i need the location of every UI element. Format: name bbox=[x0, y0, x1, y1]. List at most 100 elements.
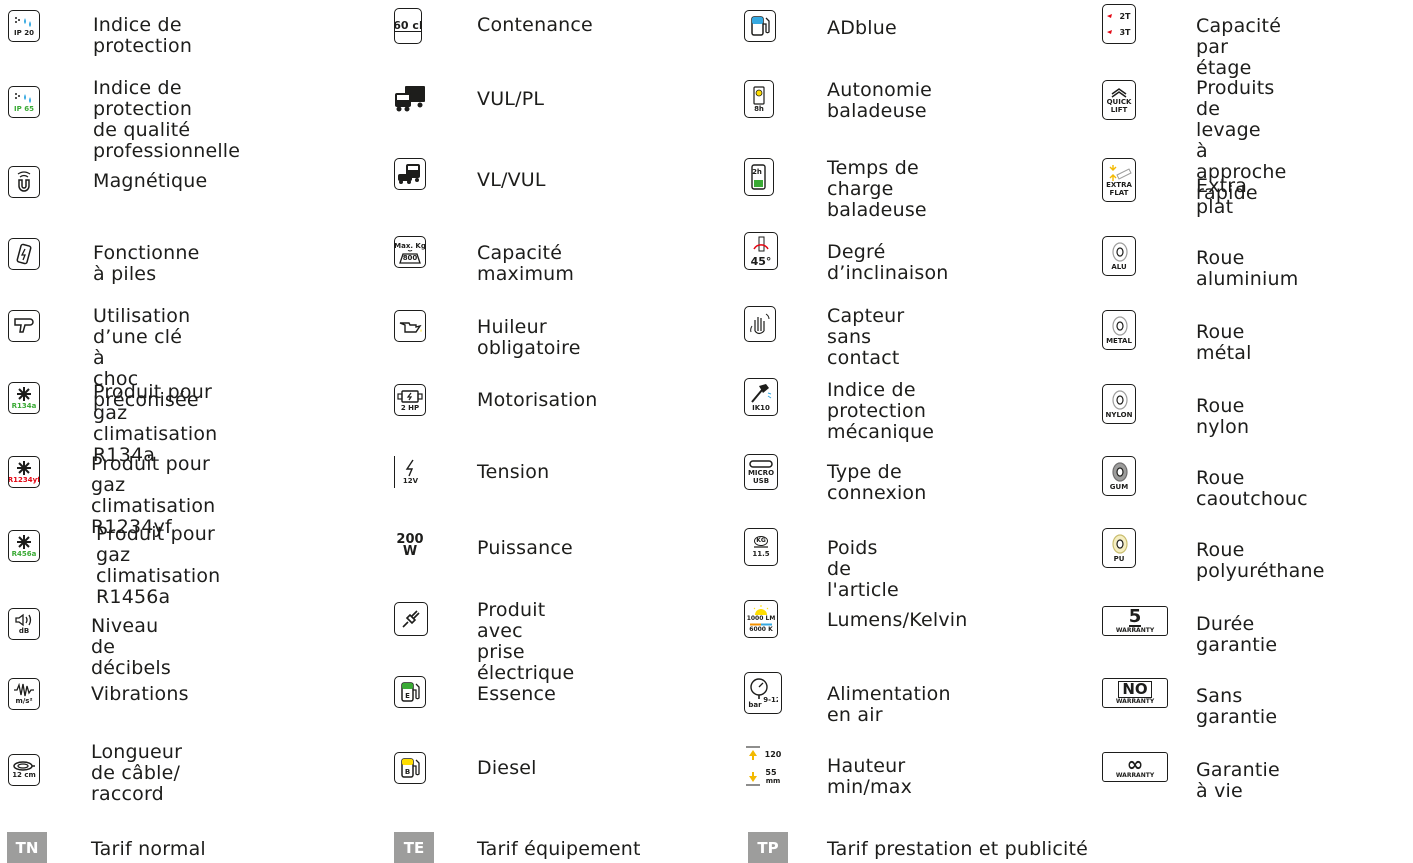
icon-text: 45° bbox=[750, 254, 772, 268]
vibration-icon: m/s² bbox=[8, 678, 40, 710]
legend-label: Roue métal bbox=[1196, 321, 1252, 364]
legend-label: Type de connexion bbox=[827, 461, 927, 504]
icon-text: dB bbox=[18, 627, 30, 635]
legend-label: ADblue bbox=[827, 17, 897, 39]
wheel-icon: METAL bbox=[1102, 310, 1136, 350]
legend-label: Indice de protection bbox=[93, 14, 193, 57]
icon-text: R134a bbox=[11, 402, 37, 410]
legend-label: Temps de charge baladeuse bbox=[827, 157, 927, 221]
icon-text-secondary: WARRANTY bbox=[1115, 626, 1155, 634]
icon-text: PU bbox=[1113, 555, 1125, 563]
icon-text: METAL bbox=[1106, 337, 1132, 345]
legend-label: Poids de l'article bbox=[827, 537, 899, 601]
icon-text: EXTRA bbox=[1106, 181, 1132, 189]
no-warranty-icon: NO WARRANTY bbox=[1102, 678, 1168, 708]
icon-text: 2 HP bbox=[400, 404, 420, 412]
legend-label: Capacité par étage bbox=[1196, 15, 1282, 79]
legend-label: Motorisation bbox=[477, 389, 598, 411]
icon-text-secondary: 9-12 bbox=[763, 696, 778, 704]
icon-text-secondary: W bbox=[402, 544, 418, 559]
legend-label: Autonomie baladeuse bbox=[827, 79, 933, 122]
legend-label: Hauteur min/max bbox=[827, 755, 913, 798]
fuel-pump-icon: B bbox=[394, 752, 426, 784]
legend-label: Roue polyuréthane bbox=[1196, 539, 1325, 582]
icon-text: 2h bbox=[752, 168, 762, 176]
warranty-icon: 5 WARRANTY bbox=[1102, 606, 1168, 636]
pressure-gauge-icon: bar9-12 bbox=[744, 672, 782, 714]
icon-text: NO bbox=[1118, 681, 1152, 698]
usb-icon: MICRO USB bbox=[744, 454, 778, 490]
legend-label: Magnétique bbox=[93, 170, 208, 192]
tarif-tag-tn: TN bbox=[7, 832, 47, 863]
icon-text: 1000 LM bbox=[746, 614, 776, 622]
legend-label: Vibrations bbox=[91, 683, 189, 705]
legend-label: Durée garantie bbox=[1196, 613, 1278, 656]
icon-text-secondary: 55 bbox=[765, 768, 777, 777]
icon-text: MICRO bbox=[747, 469, 775, 477]
lifetime-warranty-icon: ∞ WARRANTY bbox=[1102, 752, 1168, 782]
icon-text-secondary: USB bbox=[752, 477, 770, 485]
icon-text: 5 bbox=[1128, 606, 1142, 627]
tarif-label-te: Tarif équipement bbox=[477, 838, 641, 860]
weight-icon: Max. Kg 800 bbox=[394, 236, 426, 268]
snowflake-icon: R134a bbox=[8, 382, 40, 414]
icon-text: E bbox=[405, 692, 410, 700]
tarif-tag-te: TE bbox=[394, 832, 434, 863]
icon-text: QUICK bbox=[1106, 98, 1132, 106]
extra-flat-icon: EXTRA FLAT bbox=[1102, 158, 1136, 202]
legend-label: Roue nylon bbox=[1196, 395, 1250, 438]
legend-label: Lumens/Kelvin bbox=[827, 609, 968, 631]
legend-label: Extra plat bbox=[1196, 175, 1248, 218]
icon-text-secondary: 3T bbox=[1119, 28, 1131, 37]
fuel-pump-icon: E bbox=[394, 676, 426, 708]
icon-text: KG bbox=[754, 536, 768, 546]
legend-label: Capteur sans contact bbox=[827, 305, 905, 369]
legend-label: Tension bbox=[477, 461, 550, 483]
icon-text-secondary: FLAT bbox=[1109, 189, 1129, 197]
icon-text: 12 cm bbox=[12, 771, 36, 779]
legend-label: Alimentation en air bbox=[827, 683, 951, 726]
legend-label: VL/VUL bbox=[477, 169, 546, 191]
legend-label: Diesel bbox=[477, 757, 537, 779]
legend-label: Capacité maximum bbox=[477, 242, 575, 285]
legend-label: Essence bbox=[477, 683, 557, 705]
lamp-autonomy-icon: 8h bbox=[744, 80, 774, 118]
icon-text-unit: mm bbox=[766, 777, 781, 785]
icon-text: NYLON bbox=[1105, 411, 1133, 419]
legend-label: Produit avec prise électrique bbox=[477, 599, 575, 684]
tarif-label-tn: Tarif normal bbox=[91, 838, 206, 860]
legend-label: Roue caoutchouc bbox=[1196, 467, 1308, 510]
hammer-icon: IK10 bbox=[744, 378, 778, 416]
legend-label: Roue aluminium bbox=[1196, 247, 1299, 290]
legend-label: Garantie à vie bbox=[1196, 759, 1280, 802]
icon-text: ∞ bbox=[1126, 752, 1144, 776]
magnet-icon bbox=[8, 166, 40, 198]
icon-text: 60 cl bbox=[395, 20, 421, 32]
container-icon: 60 cl bbox=[394, 8, 422, 44]
tarif-tag-tp: TP bbox=[748, 832, 788, 863]
sun-lumens-icon: 1000 LM 6000 K bbox=[744, 600, 778, 638]
legend-label: Degré d’inclinaison bbox=[827, 241, 949, 284]
icon-text-secondary: 800 bbox=[402, 254, 418, 262]
snowflake-icon: R1234yf bbox=[8, 456, 40, 488]
icon-text: 8h bbox=[754, 105, 764, 113]
oil-can-icon bbox=[394, 310, 426, 342]
icon-text: 12V bbox=[402, 477, 419, 485]
wheel-icon: PU bbox=[1102, 528, 1136, 568]
icon-text: bar bbox=[748, 701, 762, 709]
truck-icon bbox=[394, 82, 426, 114]
quick-lift-icon: QUICK LIFT bbox=[1102, 80, 1136, 120]
wheel-icon: ALU bbox=[1102, 236, 1136, 276]
ip20-icon: IP 20 bbox=[8, 10, 40, 42]
icon-text: m/s² bbox=[15, 697, 33, 705]
cable-reel-icon: 12 cm bbox=[8, 754, 40, 786]
legend-label: VUL/PL bbox=[477, 88, 545, 110]
legend-label: Indice de protection mécanique bbox=[827, 379, 935, 443]
legend-label: Huileur obligatoire bbox=[477, 316, 581, 359]
wheel-icon: GUM bbox=[1102, 456, 1136, 496]
legend-label: Produit pour gaz climatisation R1456a bbox=[96, 523, 221, 608]
hand-sensor-icon bbox=[744, 306, 776, 342]
icon-text-secondary: 11.5 bbox=[752, 550, 770, 558]
lightning-icon: 12V bbox=[394, 456, 426, 488]
legend-label: Sans garantie bbox=[1196, 685, 1278, 728]
